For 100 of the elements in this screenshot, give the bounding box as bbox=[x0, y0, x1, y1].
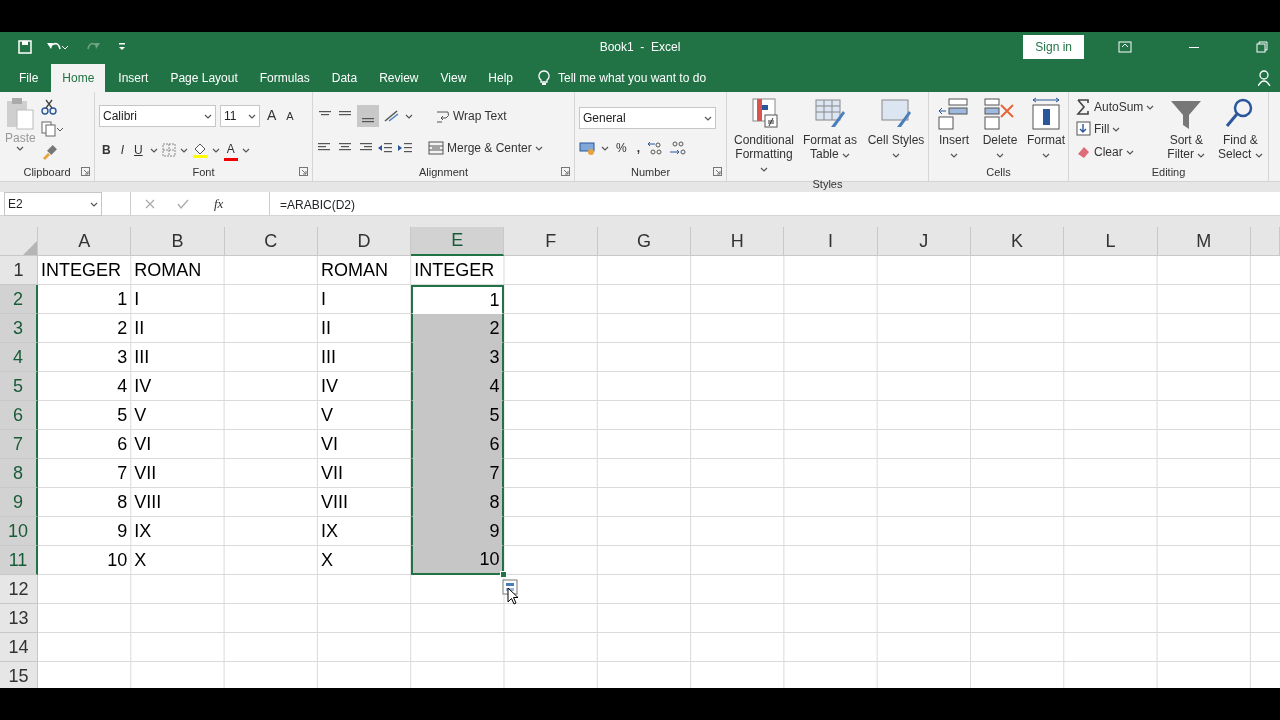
ribbon-button[interactable]: Cell Styles bbox=[863, 96, 929, 176]
comma-button[interactable]: , bbox=[633, 138, 643, 159]
table-cell: 8 bbox=[411, 488, 505, 517]
dialog-launcher-icon[interactable] bbox=[561, 167, 570, 176]
column-header[interactable]: D bbox=[317, 227, 412, 256]
row-header[interactable]: 3 bbox=[0, 314, 38, 343]
column-header[interactable]: H bbox=[691, 227, 785, 256]
column-header[interactable]: L bbox=[1064, 227, 1158, 256]
table-cell: 5 bbox=[411, 401, 505, 430]
dialog-launcher-icon[interactable] bbox=[81, 167, 90, 176]
column-header[interactable]: A bbox=[38, 227, 132, 256]
fill-handle[interactable] bbox=[500, 571, 508, 578]
ribbon-button[interactable]: Sort & Filter bbox=[1161, 96, 1212, 163]
save-icon[interactable] bbox=[18, 40, 32, 54]
row-header[interactable]: 12 bbox=[0, 575, 38, 604]
wrap-text-button[interactable]: Wrap Text bbox=[433, 106, 510, 127]
tell-me-search[interactable]: Tell me what you want to do bbox=[558, 69, 707, 87]
lightbulb-icon[interactable] bbox=[538, 70, 550, 86]
scissors-icon[interactable] bbox=[40, 99, 57, 116]
decrease-indent-icon[interactable] bbox=[377, 140, 393, 155]
ribbon-button[interactable]: Conditional Formatting bbox=[731, 96, 797, 176]
ribbon-button[interactable]: Insert bbox=[933, 96, 975, 163]
dialog-launcher-icon[interactable] bbox=[713, 167, 722, 176]
group-label: Clipboard bbox=[23, 164, 71, 180]
ribbon-tab[interactable]: Insert bbox=[107, 64, 160, 92]
increase-indent-icon[interactable] bbox=[397, 140, 413, 155]
table-cell: 2 bbox=[411, 314, 505, 343]
font-name-field[interactable]: Calibri bbox=[99, 104, 216, 127]
ribbon-tab[interactable]: Home bbox=[51, 64, 106, 92]
dialog-launcher-icon[interactable] bbox=[299, 167, 308, 176]
orientation-icon[interactable] bbox=[383, 109, 401, 124]
row-header[interactable]: 6 bbox=[0, 401, 38, 430]
ribbon-button[interactable]: Fill bbox=[1073, 119, 1158, 140]
percent-button[interactable]: % bbox=[613, 138, 630, 159]
caret-icon bbox=[405, 113, 413, 120]
row-header[interactable]: 8 bbox=[0, 459, 38, 488]
restore-icon[interactable] bbox=[1256, 41, 1268, 53]
ribbon-tab[interactable]: File bbox=[8, 64, 50, 92]
ribbon-button[interactable]: Format as Table bbox=[797, 96, 863, 176]
check-icon[interactable] bbox=[177, 198, 189, 209]
fill-color-icon[interactable] bbox=[191, 142, 208, 159]
column-header[interactable]: C bbox=[224, 227, 318, 256]
row-header[interactable]: 13 bbox=[0, 604, 38, 633]
table-cell-text: 4 bbox=[116, 374, 129, 398]
ribbon-button[interactable]: Format bbox=[1025, 96, 1067, 163]
column-header[interactable]: G bbox=[597, 227, 692, 256]
grow-font-button[interactable]: A bbox=[264, 104, 280, 128]
person-icon[interactable] bbox=[1258, 69, 1272, 86]
table-cell-text: II bbox=[319, 316, 332, 340]
sign-in-button[interactable]: Sign in bbox=[1023, 35, 1084, 59]
ribbon-button[interactable]: AutoSum bbox=[1073, 97, 1158, 118]
italic-button[interactable]: I bbox=[117, 140, 127, 161]
group-label: Editing bbox=[1151, 164, 1186, 180]
underline-button[interactable]: U bbox=[131, 140, 146, 161]
merge-icon bbox=[428, 140, 444, 155]
column-header[interactable]: K bbox=[970, 227, 1065, 256]
insert-function-button[interactable]: fx bbox=[211, 192, 227, 215]
ribbon-tab[interactable]: Help bbox=[477, 64, 524, 92]
ribbon-tab[interactable]: Review bbox=[368, 64, 430, 92]
copy-icon[interactable] bbox=[40, 121, 63, 138]
row-header[interactable]: 1 bbox=[0, 256, 38, 285]
number-format-field[interactable]: General bbox=[579, 106, 716, 129]
bold-button[interactable]: B bbox=[99, 140, 114, 161]
row-header[interactable]: 10 bbox=[0, 517, 38, 546]
table-cell-text: X bbox=[133, 548, 148, 572]
row-header[interactable]: 14 bbox=[0, 633, 38, 662]
ribbon-button[interactable]: Delete bbox=[979, 96, 1021, 163]
customize-icon[interactable] bbox=[118, 42, 126, 52]
table-cell-text: 1 bbox=[116, 287, 129, 311]
font-color-button[interactable]: A bbox=[223, 139, 238, 161]
column-header[interactable]: I bbox=[784, 227, 878, 256]
row-header[interactable]: 2 bbox=[0, 285, 38, 314]
column-header[interactable]: J bbox=[877, 227, 971, 256]
row-header[interactable]: 15 bbox=[0, 662, 38, 688]
increase-decimal-icon[interactable] bbox=[647, 140, 665, 157]
font-size-field[interactable]: 11 bbox=[220, 104, 260, 127]
ribbon-tab[interactable]: View bbox=[429, 64, 478, 92]
shrink-font-button[interactable]: A bbox=[283, 106, 297, 125]
column-header[interactable]: F bbox=[504, 227, 598, 256]
row-header[interactable]: 9 bbox=[0, 488, 38, 517]
name-box[interactable]: E2 bbox=[4, 192, 102, 216]
column-header[interactable]: B bbox=[131, 227, 225, 256]
align-bottom-icon[interactable] bbox=[357, 105, 379, 128]
ribbon-tab[interactable]: Data bbox=[320, 64, 369, 92]
formula-field[interactable]: =ARABIC(D2) bbox=[270, 192, 1280, 215]
row-header[interactable]: 11 bbox=[0, 546, 38, 575]
column-header[interactable]: E bbox=[411, 227, 505, 256]
ribbon-button[interactable]: Clear bbox=[1073, 141, 1158, 162]
table-cell-text: VIII bbox=[319, 490, 349, 514]
decrease-decimal-icon[interactable] bbox=[669, 140, 687, 157]
ribbon-display-icon[interactable] bbox=[1118, 41, 1132, 53]
currency-icon[interactable] bbox=[579, 141, 597, 156]
ribbon-tab[interactable]: Page Layout bbox=[159, 64, 249, 92]
row-header[interactable]: 5 bbox=[0, 372, 38, 401]
merge-center-button[interactable]: Merge & Center bbox=[425, 137, 546, 158]
ribbon-tab[interactable]: Formulas bbox=[248, 64, 321, 92]
row-header[interactable]: 7 bbox=[0, 430, 38, 459]
row-header[interactable]: 4 bbox=[0, 343, 38, 372]
ribbon-button[interactable]: Find & Select bbox=[1215, 96, 1266, 163]
column-header[interactable]: M bbox=[1157, 227, 1251, 256]
